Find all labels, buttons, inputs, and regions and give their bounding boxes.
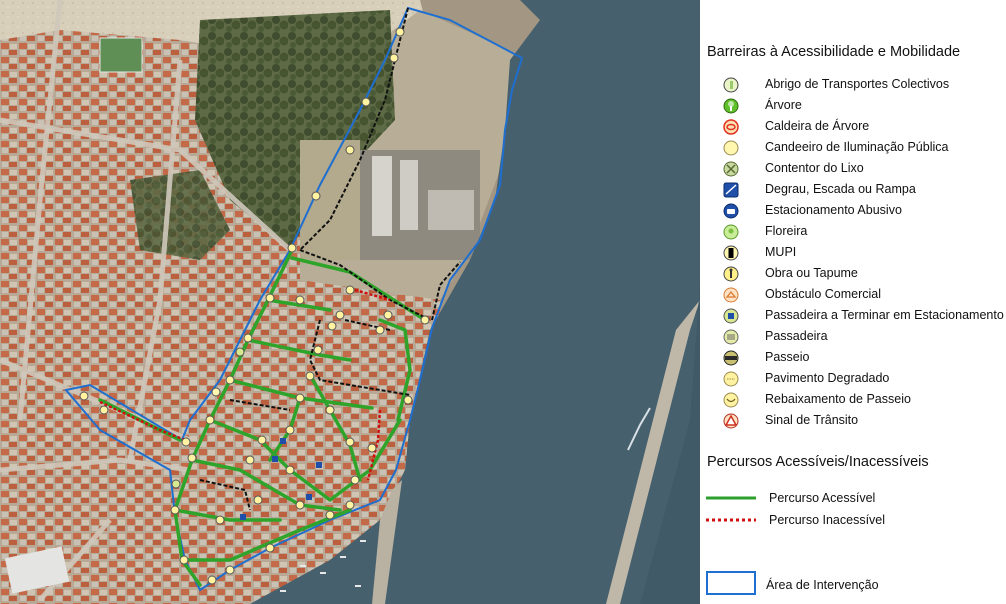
legend-item-traffic-sign: Sinal de Trânsito <box>700 411 1006 432</box>
barriers-legend-title: Barreiras à Acessibilidade e Mobilidade <box>707 44 961 60</box>
intervention-area-box-icon <box>706 571 756 595</box>
legend-label: Percurso Inacessível <box>769 513 886 527</box>
legend-label: Passeio <box>765 350 810 364</box>
tree-pit-icon <box>723 119 739 135</box>
legend-label: Passadeira a Terminar em Estacionamento <box>765 308 1004 322</box>
legend-item-intervention-area: Área de Intervenção <box>766 578 879 592</box>
legend-label: Obstáculo Comercial <box>765 287 882 301</box>
legend-item-construction: Obra ou Tapume <box>700 264 1006 285</box>
legend-item-tree: Árvore <box>700 96 1006 117</box>
inaccessible-route-line-icon <box>706 518 756 522</box>
mupi-icon <box>723 245 739 261</box>
legend-item-street-lamp: Candeeiro de Iluminação Pública <box>700 138 1006 159</box>
legend-label: Abrigo de Transportes Colectivos <box>765 77 950 91</box>
legend-item-accessible-route: Percurso Acessível <box>700 490 1006 510</box>
legend-label: Estacionamento Abusivo <box>765 203 902 217</box>
accessible-route-line-icon <box>706 496 756 500</box>
tree-icon <box>723 98 739 114</box>
bus-shelter-icon <box>723 77 739 93</box>
crosswalk-parking-icon <box>723 308 739 324</box>
legend-item-sidewalk: Passeio <box>700 348 1006 369</box>
legend-item-flower-planter: Floreira <box>700 222 1006 243</box>
legend-label: Contentor do Lixo <box>765 161 864 175</box>
legend-label: Caldeira de Árvore <box>765 119 870 133</box>
legend-label: Sinal de Trânsito <box>765 413 859 427</box>
legend-label: Candeeiro de Iluminação Pública <box>765 140 949 154</box>
legend-item-commercial-obstacle: Obstáculo Comercial <box>700 285 1006 306</box>
legend-label: Pavimento Degradado <box>765 371 890 385</box>
legend-item-mupi: MUPI <box>700 243 1006 264</box>
degraded-pavement-icon <box>723 371 739 387</box>
map-legend: Barreiras à Acessibilidade e Mobilidade … <box>700 0 1006 604</box>
legend-item-inaccessible-route: Percurso Inacessível <box>700 512 1006 532</box>
legend-label: Passadeira <box>765 329 828 343</box>
sidewalk-icon <box>723 350 739 366</box>
curb-ramp-icon <box>723 392 739 408</box>
legend-label: Degrau, Escada ou Rampa <box>765 182 916 196</box>
traffic-sign-icon <box>723 413 739 429</box>
flower-planter-icon <box>723 224 739 240</box>
legend-item-degraded-pavement: Pavimento Degradado <box>700 369 1006 390</box>
legend-item-tree-pit: Caldeira de Árvore <box>700 117 1006 138</box>
legend-label: Floreira <box>765 224 808 238</box>
legend-label: Percurso Acessível <box>769 491 876 505</box>
routes-legend-title: Percursos Acessíveis/Inacessíveis <box>707 454 929 470</box>
street-lamp-icon <box>723 140 739 156</box>
trash-container-icon <box>723 161 739 177</box>
legend-item-trash-container: Contentor do Lixo <box>700 159 1006 180</box>
aerial-map <box>0 0 700 604</box>
legend-label: Árvore <box>765 98 802 112</box>
legend-item-illegal-parking: Estacionamento Abusivo <box>700 201 1006 222</box>
legend-label: Obra ou Tapume <box>765 266 858 280</box>
legend-item-crosswalk: Passadeira <box>700 327 1006 348</box>
crosswalk-icon <box>723 329 739 345</box>
legend-item-crosswalk-parking: Passadeira a Terminar em Estacionamento <box>700 306 1006 327</box>
legend-label: Rebaixamento de Passeio <box>765 392 911 406</box>
legend-item-curb-ramp: Rebaixamento de Passeio <box>700 390 1006 411</box>
legend-item-bus-shelter: Abrigo de Transportes Colectivos <box>700 75 1006 96</box>
illegal-parking-icon <box>723 203 739 219</box>
legend-item-stairs: Degrau, Escada ou Rampa <box>700 180 1006 201</box>
construction-icon <box>723 266 739 282</box>
stairs-icon <box>723 182 739 198</box>
legend-label: MUPI <box>765 245 797 259</box>
commercial-obstacle-icon <box>723 287 739 303</box>
